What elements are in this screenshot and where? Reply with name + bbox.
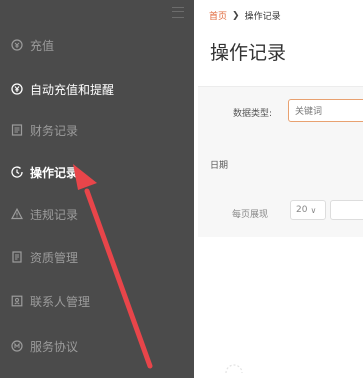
sidebar-item-qualification[interactable]: 资质管理 bbox=[0, 239, 194, 275]
data-type-label: 数据类型: bbox=[233, 109, 273, 119]
page-size-value: 20 bbox=[296, 205, 308, 215]
breadcrumb-home-link[interactable]: 首页 bbox=[209, 9, 227, 22]
date-column-header: 日期 bbox=[210, 161, 229, 171]
auto-recharge-icon bbox=[11, 83, 23, 95]
sidebar-item-label: 联系人管理 bbox=[30, 294, 91, 309]
clock-icon bbox=[11, 166, 23, 178]
sidebar-item-label: 违规记录 bbox=[30, 207, 79, 222]
sidebar-item-label: 自动充值和提醒 bbox=[30, 82, 115, 97]
page-size-select[interactable]: 20 ∨ bbox=[290, 200, 326, 220]
page-title: 操作记录 bbox=[210, 42, 287, 64]
sidebar-item-finance-records[interactable]: 财务记录 bbox=[0, 112, 194, 148]
warning-triangle-icon bbox=[11, 208, 23, 220]
sidebar-item-label: 资质管理 bbox=[30, 250, 79, 265]
menu-toggle-icon[interactable] bbox=[172, 7, 184, 18]
finance-record-icon bbox=[11, 124, 23, 136]
sidebar-item-operation-records[interactable]: 操作记录 bbox=[0, 154, 194, 190]
loading-spinner-icon bbox=[225, 364, 243, 374]
breadcrumb-current: 操作记录 bbox=[244, 12, 281, 22]
breadcrumb: 首页 ❯ 操作记录 bbox=[209, 9, 281, 23]
pagination-control[interactable] bbox=[330, 200, 363, 220]
page-size-label: 每页展现 bbox=[232, 210, 269, 220]
sidebar: 充值 自动充值和提醒 财务记录 操作记录 违规记录 资质管理 联系人管理 服务协… bbox=[0, 0, 194, 378]
chevron-down-icon: ∨ bbox=[310, 205, 317, 215]
sidebar-item-label: 财务记录 bbox=[30, 123, 79, 138]
sidebar-item-auto-recharge[interactable]: 自动充值和提醒 bbox=[0, 71, 194, 107]
breadcrumb-separator-icon: ❯ bbox=[232, 10, 240, 21]
agreement-icon bbox=[11, 340, 23, 352]
sidebar-item-service-agreement[interactable]: 服务协议 bbox=[0, 328, 194, 364]
sidebar-item-label: 充值 bbox=[30, 38, 55, 53]
sidebar-item-contacts[interactable]: 联系人管理 bbox=[0, 283, 194, 319]
sidebar-item-recharge[interactable]: 充值 bbox=[0, 27, 194, 63]
keyword-input[interactable] bbox=[288, 99, 363, 122]
document-icon bbox=[11, 251, 23, 263]
sidebar-item-violation-records[interactable]: 违规记录 bbox=[0, 196, 194, 232]
contact-card-icon bbox=[11, 295, 23, 307]
sidebar-item-label: 操作记录 bbox=[30, 165, 79, 180]
sidebar-item-label: 服务协议 bbox=[30, 339, 79, 354]
coin-circle-icon bbox=[11, 39, 23, 51]
